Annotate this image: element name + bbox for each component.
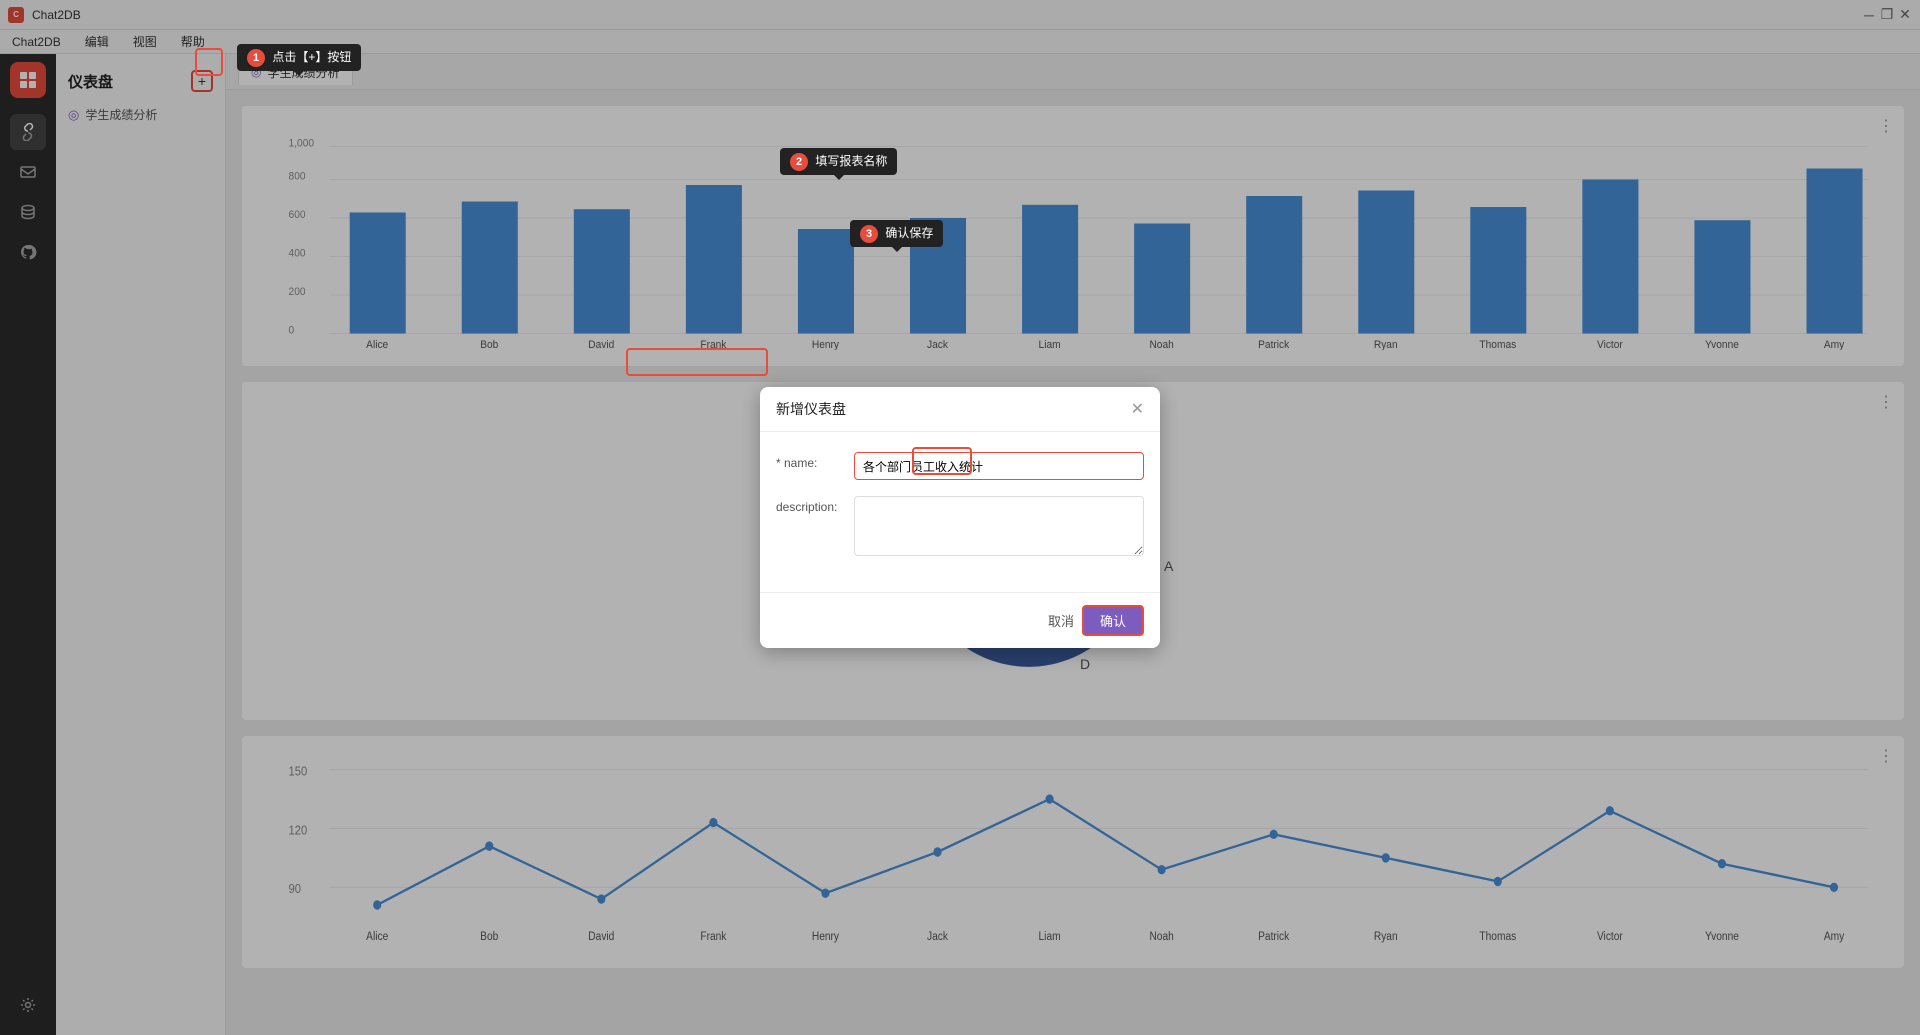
description-label: description: xyxy=(776,496,846,514)
confirm-button[interactable]: 确认 xyxy=(1082,605,1144,636)
cancel-button[interactable]: 取消 xyxy=(1048,611,1074,630)
modal-body: * name: description: xyxy=(760,432,1160,592)
modal-title: 新增仪表盘 xyxy=(776,399,846,419)
modal-header: 新增仪表盘 ✕ xyxy=(760,387,1160,432)
modal-overlay[interactable]: 新增仪表盘 ✕ * name: description: 取消 确认 xyxy=(0,0,1920,1035)
name-input[interactable] xyxy=(854,452,1144,480)
modal-footer: 取消 确认 xyxy=(760,592,1160,648)
description-input[interactable] xyxy=(854,496,1144,556)
name-label: * name: xyxy=(776,452,846,470)
name-form-row: * name: xyxy=(776,452,1144,480)
add-dashboard-modal: 新增仪表盘 ✕ * name: description: 取消 确认 xyxy=(760,387,1160,648)
description-form-row: description: xyxy=(776,496,1144,556)
modal-close-button[interactable]: ✕ xyxy=(1131,399,1144,419)
